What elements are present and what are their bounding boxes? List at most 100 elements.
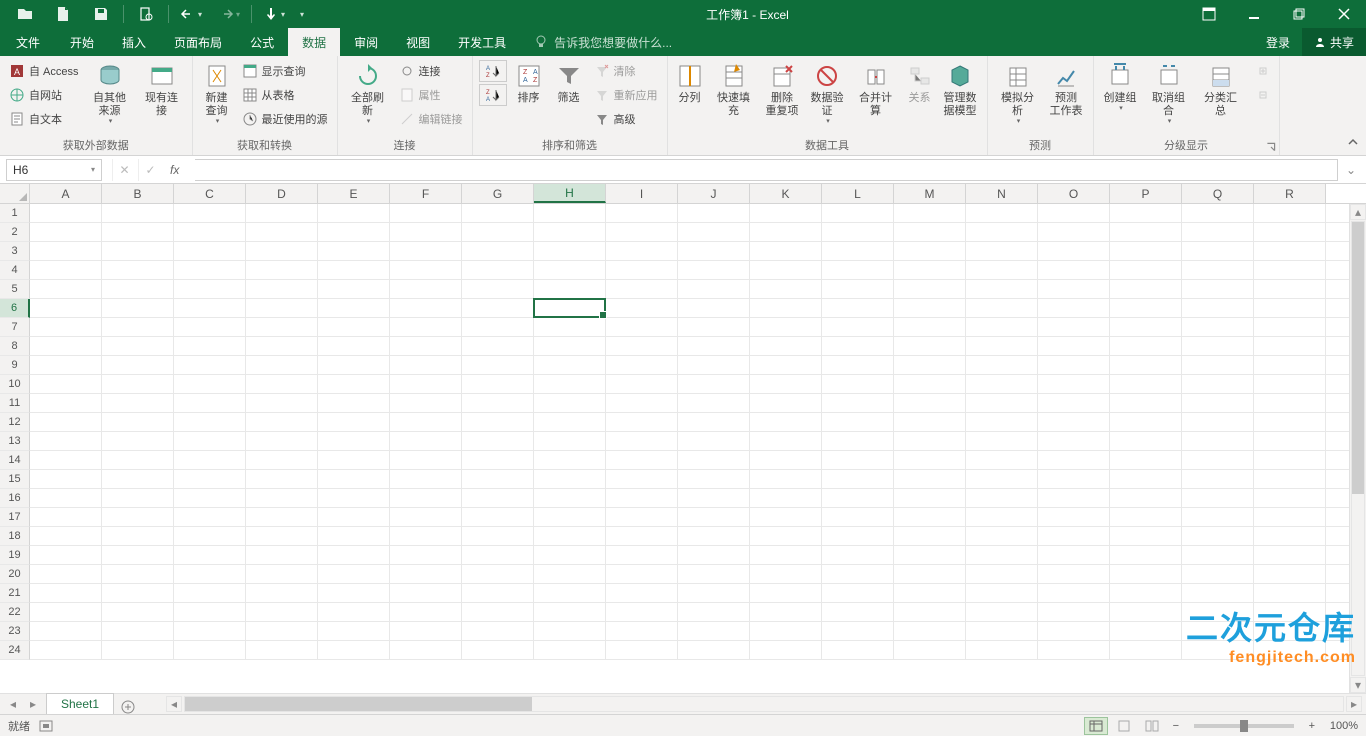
from-text-button[interactable]: 自文本 — [6, 108, 82, 130]
row-body[interactable] — [30, 375, 1366, 394]
relationships-button[interactable]: 关系 — [904, 60, 936, 107]
row-body[interactable] — [30, 489, 1366, 508]
tab-formulas[interactable]: 公式 — [236, 28, 288, 56]
consolidate-button[interactable]: 合并计算 — [852, 60, 900, 120]
zoom-slider[interactable] — [1194, 724, 1294, 728]
column-header-O[interactable]: O — [1038, 184, 1110, 203]
tab-home[interactable]: 开始 — [56, 28, 108, 56]
show-queries-button[interactable]: 显示查询 — [239, 60, 331, 82]
row-body[interactable] — [30, 451, 1366, 470]
column-header-P[interactable]: P — [1110, 184, 1182, 203]
column-header-F[interactable]: F — [390, 184, 462, 203]
qat-redo-icon[interactable]: ▾ — [210, 0, 248, 28]
select-all-corner[interactable] — [0, 184, 30, 203]
column-header-Q[interactable]: Q — [1182, 184, 1254, 203]
qat-save-icon[interactable] — [82, 0, 120, 28]
qat-undo-icon[interactable]: ▾ — [172, 0, 210, 28]
column-header-B[interactable]: B — [102, 184, 174, 203]
row-header-8[interactable]: 8 — [0, 337, 30, 356]
row-body[interactable] — [30, 261, 1366, 280]
group-button[interactable]: 创建组▾ — [1100, 60, 1141, 116]
ribbon-display-options-icon[interactable] — [1186, 0, 1231, 28]
column-header-G[interactable]: G — [462, 184, 534, 203]
row-body[interactable] — [30, 356, 1366, 375]
row-header-5[interactable]: 5 — [0, 280, 30, 299]
confirm-formula-icon[interactable]: ✓ — [138, 159, 162, 181]
row-header-9[interactable]: 9 — [0, 356, 30, 375]
tab-insert[interactable]: 插入 — [108, 28, 160, 56]
outline-dialog-launcher-icon[interactable] — [1265, 141, 1277, 153]
row-header-11[interactable]: 11 — [0, 394, 30, 413]
row-body[interactable] — [30, 470, 1366, 489]
scroll-right-icon[interactable]: ▸ — [1346, 696, 1362, 712]
text-to-columns-button[interactable]: 分列 — [674, 60, 706, 107]
column-header-H[interactable]: H — [534, 184, 606, 203]
row-header-24[interactable]: 24 — [0, 641, 30, 660]
row-header-7[interactable]: 7 — [0, 318, 30, 337]
data-validation-button[interactable]: 数据验 证▾ — [807, 60, 848, 129]
tab-review[interactable]: 审阅 — [340, 28, 392, 56]
row-body[interactable] — [30, 242, 1366, 261]
column-header-K[interactable]: K — [750, 184, 822, 203]
qat-open-icon[interactable] — [6, 0, 44, 28]
view-page-break-icon[interactable] — [1140, 717, 1164, 735]
qat-touch-mode-icon[interactable]: ▾ — [255, 0, 293, 28]
row-header-3[interactable]: 3 — [0, 242, 30, 261]
column-header-E[interactable]: E — [318, 184, 390, 203]
sheet-tab-sheet1[interactable]: Sheet1 — [46, 693, 114, 714]
row-body[interactable] — [30, 299, 1366, 318]
ungroup-button[interactable]: 取消组合▾ — [1145, 60, 1193, 129]
column-header-A[interactable]: A — [30, 184, 102, 203]
row-header-10[interactable]: 10 — [0, 375, 30, 394]
new-sheet-button[interactable] — [114, 700, 142, 714]
tab-view[interactable]: 视图 — [392, 28, 444, 56]
remove-duplicates-button[interactable]: 删除 重复项 — [762, 60, 803, 120]
row-body[interactable] — [30, 603, 1366, 622]
subtotal-button[interactable]: 分类汇总 — [1197, 60, 1245, 120]
row-header-2[interactable]: 2 — [0, 223, 30, 242]
row-header-19[interactable]: 19 — [0, 546, 30, 565]
row-body[interactable] — [30, 641, 1366, 660]
macro-recording-icon[interactable] — [38, 719, 54, 733]
sort-asc-button[interactable]: AZ — [479, 60, 507, 82]
sort-desc-button[interactable]: ZA — [479, 84, 507, 106]
from-table-button[interactable]: 从表格 — [239, 84, 331, 106]
formula-input[interactable] — [195, 159, 1338, 181]
scroll-down-icon[interactable]: ▾ — [1350, 677, 1366, 693]
whatif-button[interactable]: 模拟分析▾ — [994, 60, 1042, 129]
row-body[interactable] — [30, 508, 1366, 527]
clear-filter-button[interactable]: 清除 — [591, 60, 661, 82]
row-header-15[interactable]: 15 — [0, 470, 30, 489]
tab-file[interactable]: 文件 — [0, 28, 56, 56]
edit-links-button[interactable]: 编辑链接 — [396, 108, 466, 130]
view-page-layout-icon[interactable] — [1112, 717, 1136, 735]
column-header-M[interactable]: M — [894, 184, 966, 203]
horizontal-scrollbar[interactable]: ◂ ▸ — [162, 694, 1366, 714]
scroll-up-icon[interactable]: ▴ — [1350, 204, 1366, 220]
close-icon[interactable] — [1321, 0, 1366, 28]
row-body[interactable] — [30, 413, 1366, 432]
row-body[interactable] — [30, 432, 1366, 451]
row-header-22[interactable]: 22 — [0, 603, 30, 622]
row-header-14[interactable]: 14 — [0, 451, 30, 470]
row-header-12[interactable]: 12 — [0, 413, 30, 432]
tab-data[interactable]: 数据 — [288, 28, 340, 56]
view-normal-icon[interactable] — [1084, 717, 1108, 735]
share-button[interactable]: 共享 — [1302, 28, 1366, 56]
properties-button[interactable]: 属性 — [396, 84, 466, 106]
connections-button[interactable]: 连接 — [396, 60, 466, 82]
column-header-I[interactable]: I — [606, 184, 678, 203]
row-header-23[interactable]: 23 — [0, 622, 30, 641]
row-body[interactable] — [30, 318, 1366, 337]
reapply-button[interactable]: 重新应用 — [591, 84, 661, 106]
row-header-21[interactable]: 21 — [0, 584, 30, 603]
vertical-scrollbar[interactable]: ▴ ▾ — [1349, 204, 1366, 693]
sort-button[interactable]: ZAAZ 排序 — [511, 60, 547, 107]
fx-button[interactable]: fx — [164, 163, 185, 177]
row-body[interactable] — [30, 280, 1366, 299]
row-header-17[interactable]: 17 — [0, 508, 30, 527]
zoom-level[interactable]: 100% — [1330, 720, 1358, 732]
zoom-in-button[interactable]: + — [1304, 720, 1320, 732]
row-header-6[interactable]: 6 — [0, 299, 30, 318]
row-body[interactable] — [30, 622, 1366, 641]
